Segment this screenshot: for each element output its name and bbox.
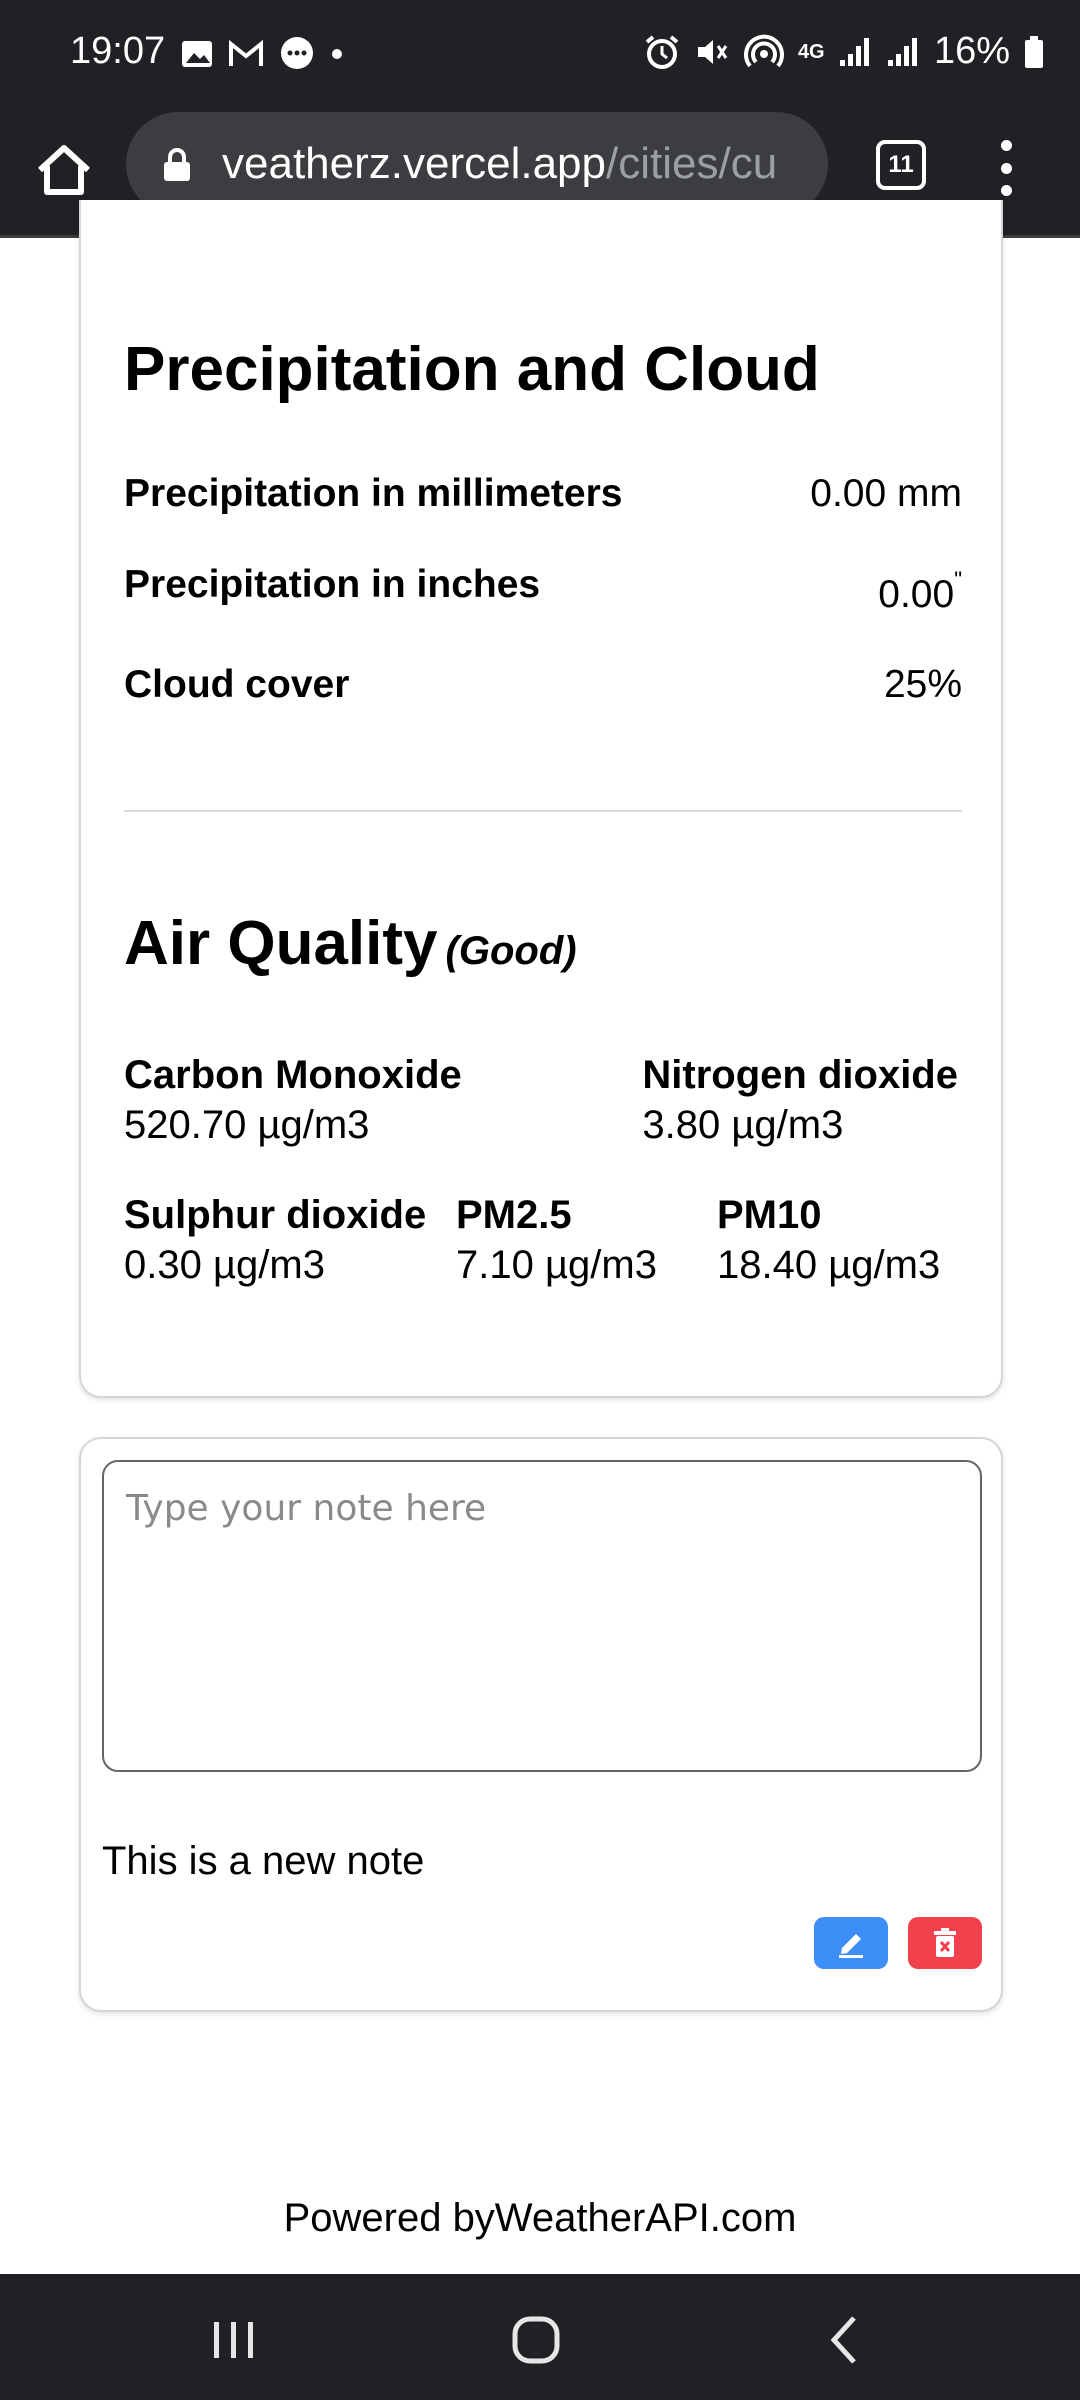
aq-item-so2: Sulphur dioxide 0.30 µg/m3 xyxy=(124,1190,426,1290)
aq-item-name: Sulphur dioxide xyxy=(124,1193,427,1237)
aq-item-name: Nitrogen dioxide xyxy=(642,1053,958,1097)
system-nav-bar xyxy=(0,2274,1080,2400)
air-quality-heading: Air Quality xyxy=(124,909,438,978)
footer-credit: Powered byWeatherAPI.com xyxy=(283,2196,797,2240)
cloud-cover-value: 25% xyxy=(883,663,962,706)
aq-item-value: 7.10 µg/m3 xyxy=(456,1243,657,1287)
recent-apps-icon[interactable] xyxy=(204,2310,264,2370)
home-icon[interactable] xyxy=(34,140,94,200)
cloud-cover-label: Cloud cover xyxy=(124,663,350,706)
precip-in-value-wrap: 0.00" xyxy=(878,567,962,617)
url-text: veatherz.vercel.app/cities/cu xyxy=(222,139,777,189)
pencil-icon xyxy=(839,1934,863,1958)
air-quality-status: (Good) xyxy=(445,929,577,973)
more-menu-icon[interactable] xyxy=(994,140,1018,196)
signal-icon-2 xyxy=(887,37,917,66)
precip-mm-row: Precipitation in millimeters 0.00 mm xyxy=(124,472,962,516)
aq-item-co: Carbon Monoxide 520.70 µg/m3 xyxy=(124,1050,462,1150)
chat-icon xyxy=(281,37,313,69)
note-input[interactable] xyxy=(102,1460,982,1772)
precip-mm-label: Precipitation in millimeters xyxy=(124,472,623,515)
precip-in-row: Precipitation in inches 0.00" xyxy=(124,563,962,616)
aq-item-name: Carbon Monoxide xyxy=(124,1053,462,1097)
cloud-cover-row: Cloud cover 25% xyxy=(124,663,962,707)
status-time: 19:07 xyxy=(70,30,166,72)
aq-item-pm10: PM10 18.40 µg/m3 xyxy=(717,1190,940,1290)
precip-in-label: Precipitation in inches xyxy=(124,563,541,606)
url-path: /cities/cu xyxy=(606,139,778,188)
gmail-icon xyxy=(229,40,263,66)
precipitation-title: Precipitation and Cloud xyxy=(124,335,820,404)
lock-icon xyxy=(164,148,190,181)
battery-level: 16% xyxy=(933,30,1010,72)
aq-item-name: PM2.5 xyxy=(456,1193,572,1237)
edit-note-button[interactable] xyxy=(814,1917,888,1969)
aq-item-pm25: PM2.5 7.10 µg/m3 xyxy=(456,1190,657,1290)
battery-icon xyxy=(1025,35,1043,68)
aq-item-value: 18.40 µg/m3 xyxy=(717,1243,941,1287)
status-bar: 19:07 4G 16% xyxy=(0,0,1080,110)
home-nav-icon[interactable] xyxy=(506,2310,566,2370)
trash-icon xyxy=(934,1928,956,1957)
precip-mm-value: 0.00 mm xyxy=(810,472,962,515)
url-host: veatherz.vercel.app xyxy=(222,139,606,188)
signal-icon xyxy=(839,37,869,66)
tab-switcher-button[interactable]: 11 xyxy=(876,140,926,190)
aq-item-value: 0.30 µg/m3 xyxy=(124,1243,325,1287)
back-icon[interactable] xyxy=(816,2310,876,2370)
inch-unit: " xyxy=(954,567,962,592)
air-quality-title: Air Quality (Good) xyxy=(124,908,577,979)
notification-icons xyxy=(180,36,344,72)
section-divider xyxy=(124,810,962,812)
gallery-icon xyxy=(182,41,212,67)
mute-icon xyxy=(697,39,728,64)
delete-note-button[interactable] xyxy=(908,1917,982,1969)
precip-in-value: 0.00 xyxy=(878,573,955,616)
aq-item-no2: Nitrogen dioxide 3.80 µg/m3 xyxy=(642,1050,958,1150)
network-type: 4G xyxy=(797,40,825,63)
notes-card: This is a new note xyxy=(79,1437,1003,2012)
alarm-icon xyxy=(645,34,679,69)
hotspot-icon xyxy=(744,34,784,67)
weather-details-card: Precipitation and Cloud Precipitation in… xyxy=(79,200,1003,1398)
note-item-text: This is a new note xyxy=(102,1839,425,1883)
aq-item-value: 520.70 µg/m3 xyxy=(124,1103,370,1147)
system-icons: 4G 16% xyxy=(644,30,1044,73)
dot-icon xyxy=(332,49,342,59)
aq-item-value: 3.80 µg/m3 xyxy=(642,1103,844,1147)
aq-item-name: PM10 xyxy=(717,1193,822,1237)
tab-count: 11 xyxy=(888,151,914,178)
